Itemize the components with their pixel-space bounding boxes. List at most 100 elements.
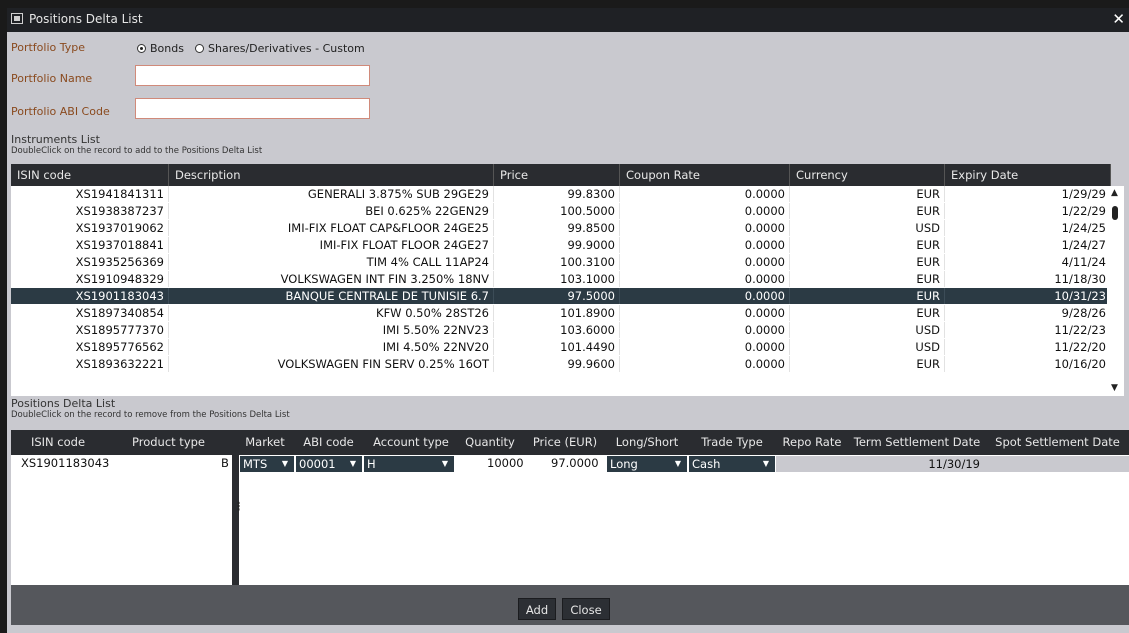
col-coupon[interactable]: Coupon Rate [620,164,790,186]
close-button[interactable]: Close [562,598,610,620]
cell-desc: TIM 4% CALL 11AP24 [169,254,494,270]
cell-isin: XS1901183043 [11,288,169,304]
cell-desc: VOLKSWAGEN FIN SERV 0.25% 16OT [169,356,494,372]
table-row[interactable]: XS1937018841 IMI-FIX FLOAT FLOOR 24GE27 99… [11,237,1111,253]
cell-isin: XS1935256369 [11,254,169,270]
cell-expiry: 1/24/27 [945,237,1111,253]
cell-cur: EUR [790,288,945,304]
table-row[interactable]: XS1895777370 IMI 5.50% 22NV23 103.6000 0.00… [11,322,1111,338]
trade-type-dropdown-icon[interactable]: ▼ [763,456,769,472]
radio-bonds[interactable]: Bonds [137,42,184,55]
col-expiry[interactable]: Expiry Date [945,164,1111,186]
cell-price: 103.1000 [494,271,620,287]
instruments-scrollbar[interactable]: ▲ ▼ [1107,186,1124,396]
table-row[interactable]: XS1895776562 IMI 4.50% 22NV20 101.4490 0.00… [11,339,1111,355]
pcol-spot-settlement[interactable]: Spot Settlement Date [986,430,1129,455]
table-row[interactable]: XS1897340854 KFW 0.50% 28ST26 101.8900 0.00… [11,305,1111,321]
cell-isin: XS1937019062 [11,220,169,236]
account-type-dropdown[interactable]: H ▼ [364,456,454,472]
cell-price: 100.5000 [494,203,620,219]
radio-bonds-label: Bonds [150,42,184,55]
market-dropdown[interactable]: MTS ▼ [240,456,294,472]
pcol-account-type[interactable]: Account type [366,430,456,455]
pcol-term-settlement[interactable]: Term Settlement Date [848,430,986,455]
cell-coupon: 0.0000 [620,305,790,321]
col-currency[interactable]: Currency [790,164,945,186]
cell-coupon: 0.0000 [620,288,790,304]
cell-isin: XS1895776562 [11,339,169,355]
portfolio-abi-input[interactable] [135,98,370,119]
positions-section-header: Positions Delta List DoubleClick on the … [11,397,290,420]
title-bar[interactable]: Positions Delta List ✕ [7,8,1129,32]
table-row[interactable]: XS1941841311 GENERALI 3.875% SUB 29GE29 99… [11,186,1111,202]
cell-desc: BANQUE CENTRALE DE TUNISIE 6.7 [169,288,494,304]
pcol-product-type[interactable]: Product type [105,430,232,455]
add-button[interactable]: Add [518,598,556,620]
splitter-grip-icon[interactable]: ⋮ [233,500,244,513]
radio-bonds-indicator[interactable] [137,44,146,53]
pcol-price[interactable]: Price (EUR) [524,430,606,455]
account-type-dropdown-icon[interactable]: ▼ [442,456,448,472]
pos-quantity[interactable]: 10000 [487,455,524,472]
term-settlement-cell[interactable]: 11/30/19 [848,456,986,472]
radio-shares-indicator[interactable] [195,44,204,53]
radio-shares[interactable]: Shares/Derivatives - Custom [195,42,365,55]
cell-cur: EUR [790,203,945,219]
pcol-market[interactable]: Market [239,430,291,455]
positions-hint: DoubleClick on the record to remove from… [11,410,290,420]
scroll-thumb[interactable] [1112,206,1118,220]
cell-expiry: 1/29/29 [945,186,1111,202]
table-row[interactable]: XS1901183043 BANQUE CENTRALE DE TUNISIE 6… [11,288,1111,304]
pos-product-type: B [221,456,229,470]
cell-cur: USD [790,220,945,236]
scroll-down-icon[interactable]: ▼ [1111,383,1118,393]
cell-cur: USD [790,322,945,338]
col-isin[interactable]: ISIN code [11,164,169,186]
portfolio-name-input[interactable] [135,65,370,86]
market-dropdown-icon[interactable]: ▼ [282,456,288,472]
trade-type-dropdown[interactable]: Cash ▼ [689,456,775,472]
pcol-abi[interactable]: ABI code [291,430,366,455]
cell-coupon: 0.0000 [620,220,790,236]
pcol-quantity[interactable]: Quantity [456,430,524,455]
pcol-repo-rate[interactable]: Repo Rate [776,430,848,455]
portfolio-name-label: Portfolio Name [11,72,93,85]
cell-cur: EUR [790,254,945,270]
cell-isin: XS1938387237 [11,203,169,219]
table-row[interactable]: XS1935256369 TIM 4% CALL 11AP24 100.3100 0.… [11,254,1111,270]
window-icon [11,13,23,24]
pcol-isin[interactable]: ISIN code [11,430,105,455]
cell-isin: XS1910948329 [11,271,169,287]
cell-desc: VOLKSWAGEN INT FIN 3.250% 18NV [169,271,494,287]
instruments-section-header: Instruments List DoubleClick on the reco… [11,133,262,156]
abi-code-dropdown[interactable]: 00001 ▼ [296,456,362,472]
cell-price: 101.8900 [494,305,620,321]
positions-delta-window: Positions Delta List ✕ Portfolio Type Bo… [7,8,1129,633]
cell-desc: KFW 0.50% 28ST26 [169,305,494,321]
pcol-long-short[interactable]: Long/Short [606,430,688,455]
col-price[interactable]: Price [494,164,620,186]
positions-title: Positions Delta List [11,397,116,410]
table-row[interactable]: XS1910948329 VOLKSWAGEN INT FIN 3.250% 18… [11,271,1111,287]
cell-price: 100.3100 [494,254,620,270]
cell-desc: IMI-FIX FLOAT CAP&FLOOR 24GE25 [169,220,494,236]
pos-price[interactable]: 97.0000 [551,455,599,472]
close-icon[interactable]: ✕ [1112,10,1125,28]
table-row[interactable]: XS1893632221 VOLKSWAGEN FIN SERV 0.25% 16… [11,356,1111,372]
cell-cur: EUR [790,271,945,287]
abi-dropdown-icon[interactable]: ▼ [350,456,356,472]
abi-code-value: 00001 [299,457,336,471]
col-description[interactable]: Description [169,164,494,186]
column-splitter[interactable]: ⋮ [232,430,244,585]
long-short-dropdown-icon[interactable]: ▼ [675,456,681,472]
cell-desc: BEI 0.625% 22GEN29 [169,203,494,219]
window-title: Positions Delta List [29,12,143,26]
instruments-hint: DoubleClick on the record to add to the … [11,146,263,156]
pcol-trade-type[interactable]: Trade Type [688,430,776,455]
scroll-up-icon[interactable]: ▲ [1111,188,1118,198]
table-row[interactable]: XS1938387237 BEI 0.625% 22GEN29 100.5000 0.… [11,203,1111,219]
table-row[interactable]: XS1937019062 IMI-FIX FLOAT CAP&FLOOR 24GE… [11,220,1111,236]
long-short-dropdown[interactable]: Long ▼ [607,456,687,472]
cell-expiry: 11/22/23 [945,322,1111,338]
cell-expiry: 11/18/30 [945,271,1111,287]
